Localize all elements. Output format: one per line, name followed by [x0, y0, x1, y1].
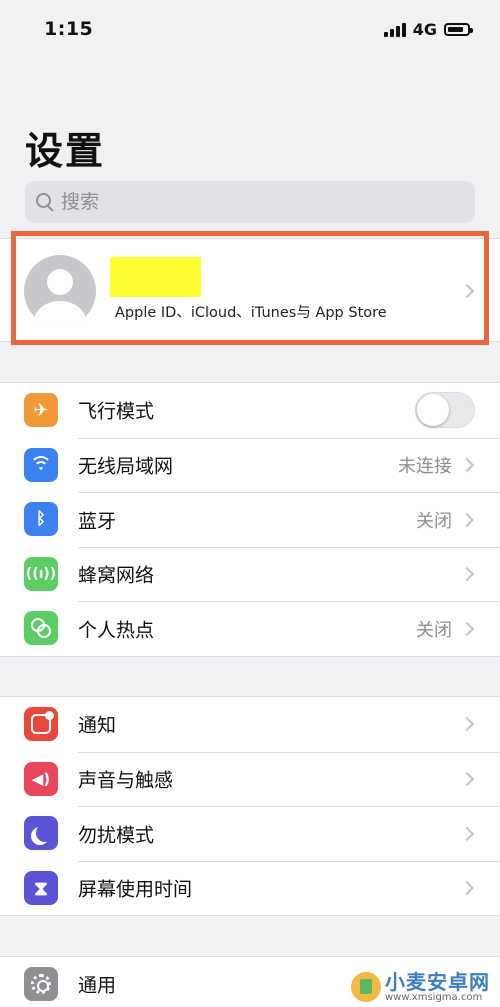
- hotspot-icon: [24, 611, 58, 646]
- watermark-logo-icon: [351, 972, 381, 1003]
- settings-row-notifications[interactable]: 通知: [0, 697, 500, 752]
- chevron-right-icon: [459, 283, 475, 299]
- row-value: 关闭: [416, 619, 452, 641]
- bluetooth-icon: ᛒ: [24, 502, 58, 537]
- chevron-right-icon: [459, 772, 475, 787]
- hourglass-icon: ⧗: [24, 870, 58, 905]
- battery-icon: [444, 23, 473, 36]
- row-label: 勿扰模式: [78, 824, 155, 847]
- settings-row-airplane-mode[interactable]: ✈ 飞行模式: [0, 383, 500, 438]
- chevron-right-icon: [459, 826, 475, 841]
- chevron-right-icon: [459, 717, 475, 732]
- row-label: 无线局域网: [78, 455, 174, 478]
- status-indicators: 4G: [383, 20, 473, 39]
- row-label: 屏幕使用时间: [78, 878, 193, 901]
- chevron-right-icon: [459, 458, 475, 473]
- settings-row-cellular[interactable]: ((ı)) 蜂窝网络: [0, 546, 500, 602]
- row-value: 未连接: [398, 456, 452, 478]
- watermark-title: 小麦安卓网: [385, 969, 490, 994]
- avatar: [24, 255, 96, 327]
- row-label: 蓝牙: [78, 510, 117, 533]
- gear-icon: [24, 967, 58, 1002]
- chevron-right-icon: [459, 881, 475, 896]
- row-label: 飞行模式: [78, 400, 155, 423]
- row-label: 蜂窝网络: [78, 564, 155, 587]
- status-bar: 1:15 4G: [0, 0, 500, 60]
- cellular-icon: ((ı)): [24, 556, 58, 591]
- settings-row-screen-time[interactable]: ⧗ 屏幕使用时间: [0, 860, 500, 916]
- name-redaction: [110, 257, 201, 297]
- signal-icon: [383, 22, 406, 37]
- settings-row-wifi[interactable]: 无线局域网 未连接: [0, 437, 500, 493]
- settings-row-hotspot[interactable]: 个人热点 关闭: [0, 601, 500, 656]
- chevron-right-icon: [459, 621, 475, 636]
- search-input[interactable]: [61, 191, 441, 213]
- status-time: 1:15: [44, 18, 94, 40]
- moon-icon: [24, 816, 58, 851]
- airplane-icon: ✈: [24, 393, 58, 428]
- settings-row-sounds[interactable]: ◀) 声音与触感: [0, 751, 500, 807]
- profile-subtitle: Apple ID、iCloud、iTunes与 App Store: [115, 305, 387, 321]
- connectivity-group: ✈ 飞行模式 无线局域网 未连接 ᛒ 蓝牙 关闭 ((ı)) 蜂窝网络 个人热点…: [0, 382, 500, 657]
- apple-id-profile-row[interactable]: Apple ID、iCloud、iTunes与 App Store: [0, 238, 500, 342]
- chevron-right-icon: [459, 567, 475, 582]
- airplane-mode-toggle[interactable]: [415, 392, 475, 429]
- speaker-icon: ◀): [24, 761, 58, 796]
- network-label: 4G: [412, 20, 437, 39]
- row-label: 个人热点: [78, 619, 155, 642]
- page-title: 设置: [25, 129, 106, 173]
- notifications-group: 通知 ◀) 声音与触感 勿扰模式 ⧗ 屏幕使用时间: [0, 696, 500, 916]
- search-bar[interactable]: [25, 181, 475, 223]
- watermark: 小麦安卓网 www.xmsigma.com: [351, 969, 490, 1004]
- watermark-url: www.xmsigma.com: [385, 991, 483, 1003]
- settings-screen: 1:15 4G 设置 Apple ID、iCloud、iTunes与 App S…: [0, 0, 500, 1007]
- row-label: 通知: [78, 714, 117, 737]
- settings-row-do-not-disturb[interactable]: 勿扰模式: [0, 806, 500, 861]
- wifi-icon: [24, 447, 58, 482]
- chevron-right-icon: [459, 512, 475, 527]
- row-value: 关闭: [416, 510, 452, 532]
- row-label: 通用: [78, 974, 117, 997]
- search-icon: [35, 192, 55, 212]
- notifications-icon: [24, 707, 58, 742]
- settings-row-bluetooth[interactable]: ᛒ 蓝牙 关闭: [0, 492, 500, 547]
- row-label: 声音与触感: [78, 769, 174, 792]
